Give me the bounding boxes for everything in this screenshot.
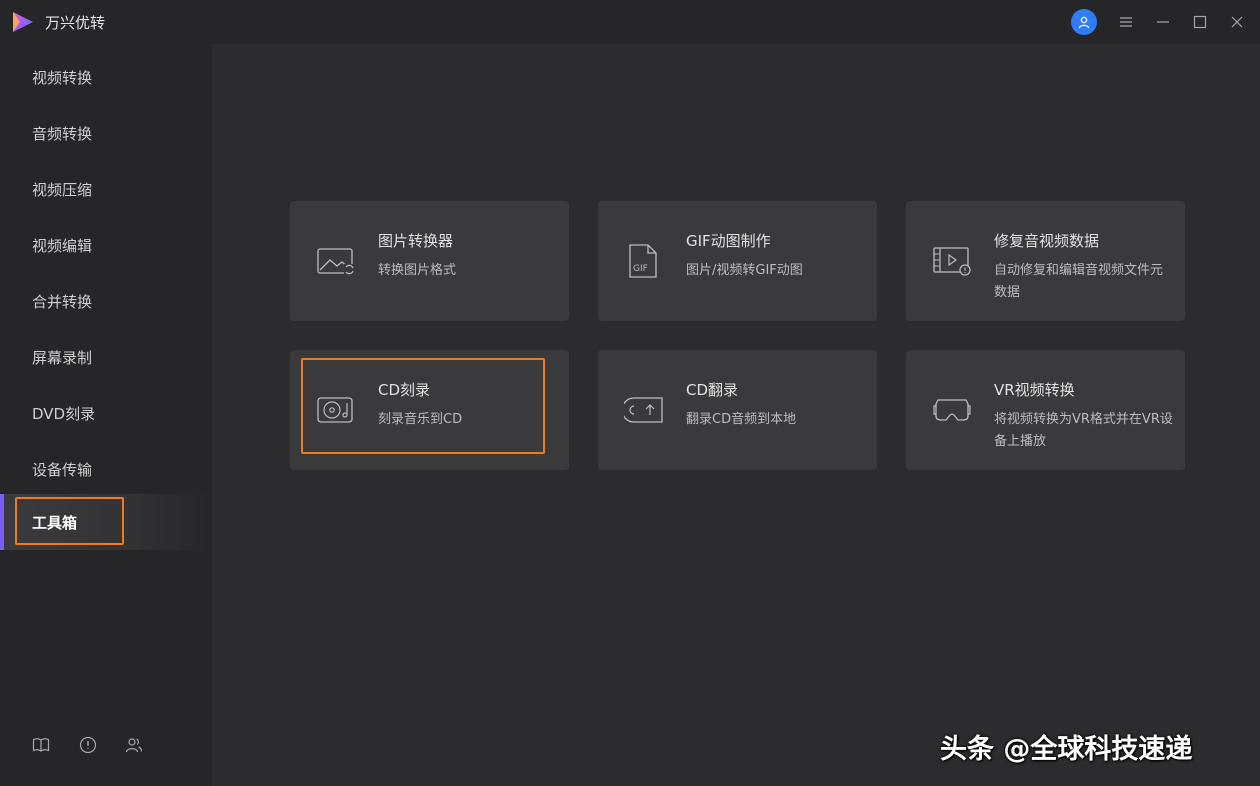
title-bar: 万兴优转 [0, 0, 1260, 44]
tool-title: 修复音视频数据 [994, 232, 1100, 250]
user-icon [1078, 16, 1090, 29]
user-avatar-button[interactable] [1071, 9, 1097, 35]
menu-button[interactable] [1115, 11, 1137, 33]
app-logo-icon [13, 12, 33, 32]
close-button[interactable] [1226, 11, 1248, 33]
minimize-icon [1157, 21, 1169, 23]
sidebar-item-video-compress[interactable]: 视频压缩 [0, 161, 212, 217]
tool-title: 图片转换器 [378, 232, 454, 250]
cd-rip-icon [624, 397, 663, 423]
sidebar-item-video-edit[interactable]: 视频编辑 [0, 217, 212, 273]
watermark-text: 头条 @全球科技速递 [940, 734, 1193, 765]
close-icon [1231, 16, 1243, 28]
image-convert-icon [317, 248, 354, 275]
tool-card-image-converter[interactable]: 图片转换器 转换图片格式 [290, 201, 569, 321]
app-window: 万兴优转 视频转换 音频转换 视频压缩 视频编辑 合并转换 屏幕录制 DVD刻录… [0, 0, 1260, 786]
tool-title: GIF动图制作 [686, 232, 771, 250]
community-button[interactable] [124, 735, 144, 755]
sidebar-item-label: 视频压缩 [32, 180, 93, 199]
app-title: 万兴优转 [45, 14, 106, 32]
sidebar-item-label: 合并转换 [32, 292, 93, 311]
gif-file-icon: GIF [629, 244, 657, 278]
toolbox-highlight-box [15, 497, 124, 545]
tool-description: 转换图片格式 [378, 263, 457, 278]
book-icon [32, 738, 50, 752]
tool-description: 自动修复和编辑音视频文件元数据 [994, 263, 1164, 300]
maximize-button[interactable] [1189, 11, 1211, 33]
sidebar-item-label: 视频编辑 [32, 236, 93, 255]
tool-description: 图片/视频转GIF动图 [686, 263, 803, 278]
active-indicator [0, 494, 4, 550]
sidebar-item-video-convert[interactable]: 视频转换 [0, 49, 212, 105]
toolbox-panel: 图片转换器 转换图片格式 GIF GIF动图制作 图片/视频转GIF动图 修复音… [212, 44, 1260, 786]
media-metadata-icon [933, 247, 971, 276]
menu-icon [1120, 17, 1132, 27]
maximize-icon [1193, 15, 1207, 29]
sidebar-item-label: 视频转换 [32, 68, 93, 87]
sidebar-item-label: 设备传输 [32, 460, 93, 479]
sidebar-item-label: DVD刻录 [32, 404, 96, 423]
users-icon [125, 738, 143, 753]
sidebar-item-label: 音频转换 [32, 124, 93, 143]
sidebar: 视频转换 音频转换 视频压缩 视频编辑 合并转换 屏幕录制 DVD刻录 设备传输… [0, 44, 212, 786]
guide-button[interactable] [31, 735, 51, 755]
svg-text:GIF: GIF [633, 264, 648, 274]
sidebar-item-dvd-burn[interactable]: DVD刻录 [0, 385, 212, 441]
minimize-button[interactable] [1152, 11, 1174, 33]
info-button[interactable] [78, 735, 98, 755]
sidebar-item-audio-convert[interactable]: 音频转换 [0, 105, 212, 161]
tool-description: 将视频转换为VR格式并在VR设备上播放 [994, 412, 1173, 449]
sidebar-item-label: 屏幕录制 [32, 348, 93, 367]
sidebar-item-merge-convert[interactable]: 合并转换 [0, 273, 212, 329]
tool-card-cd-rip[interactable]: CD翻录 翻录CD音频到本地 [598, 350, 877, 470]
cd-burn-highlight-box [301, 358, 545, 454]
tool-title: CD翻录 [686, 381, 739, 399]
tool-card-vr-convert[interactable]: VR视频转换 将视频转换为VR格式并在VR设备上播放 [906, 350, 1185, 470]
tool-title: VR视频转换 [994, 381, 1075, 399]
vr-headset-icon [933, 399, 971, 421]
sidebar-item-screen-record[interactable]: 屏幕录制 [0, 329, 212, 385]
tool-card-metadata-fix[interactable]: 修复音视频数据 自动修复和编辑音视频文件元数据 [906, 201, 1185, 321]
sidebar-item-device-transfer[interactable]: 设备传输 [0, 441, 212, 497]
info-icon [79, 736, 97, 754]
tool-card-gif-maker[interactable]: GIF GIF动图制作 图片/视频转GIF动图 [598, 201, 877, 321]
tool-description: 翻录CD音频到本地 [686, 412, 797, 427]
